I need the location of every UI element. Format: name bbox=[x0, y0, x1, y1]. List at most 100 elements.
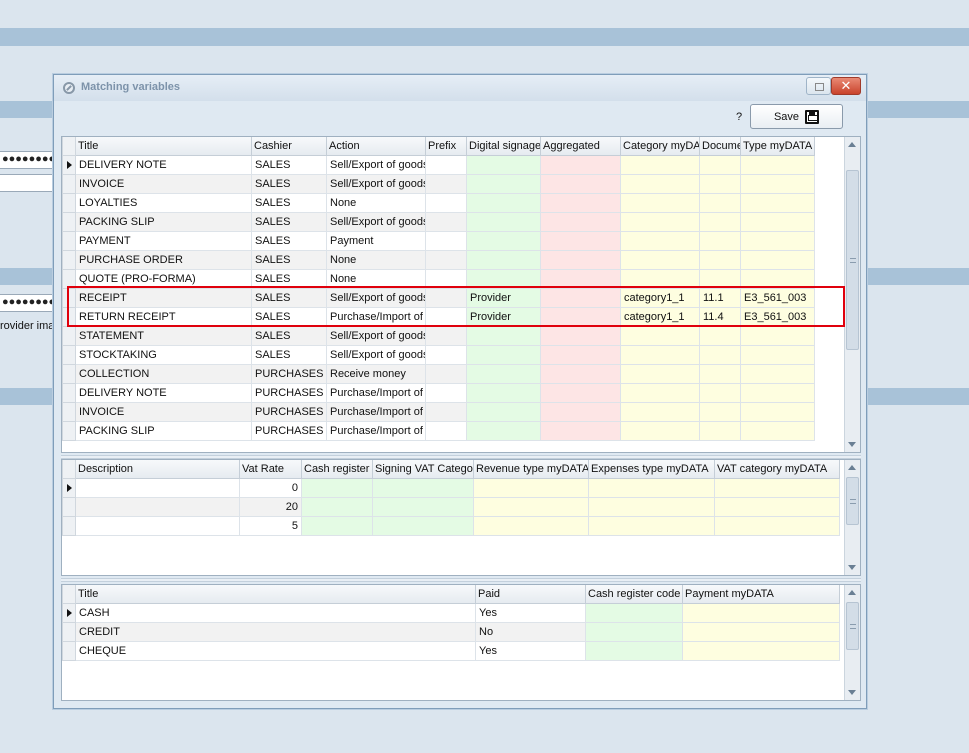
cell-cashier[interactable]: SALES bbox=[251, 230, 327, 251]
cell-expenses-type-mydata[interactable] bbox=[588, 477, 715, 498]
current-row-indicator[interactable] bbox=[62, 477, 76, 498]
column-header-revenue-type-mydata[interactable]: Revenue type myDATA bbox=[473, 460, 589, 479]
table-row[interactable]: STOCKTAKING SALES Sell/Export of goods bbox=[62, 344, 815, 365]
cell-aggregated[interactable] bbox=[540, 420, 621, 441]
cell-type-mydata[interactable] bbox=[740, 325, 815, 346]
cell-digital-signage[interactable] bbox=[466, 268, 541, 289]
cell-document[interactable] bbox=[699, 344, 741, 365]
row-indicator[interactable] bbox=[62, 173, 76, 194]
cell-category-mydata[interactable] bbox=[620, 230, 700, 251]
cell-title[interactable]: INVOICE bbox=[75, 173, 252, 194]
cell-digital-signage[interactable] bbox=[466, 325, 541, 346]
cell-document[interactable] bbox=[699, 382, 741, 403]
cell-category-mydata[interactable] bbox=[620, 382, 700, 403]
cell-vat-rate[interactable]: 5 bbox=[239, 515, 302, 536]
panel-splitter[interactable] bbox=[61, 578, 861, 582]
cell-cashier[interactable]: SALES bbox=[251, 211, 327, 232]
row-indicator[interactable] bbox=[62, 325, 76, 346]
cell-action[interactable]: Sell/Export of goods bbox=[326, 211, 426, 232]
cell-vat-category-mydata[interactable] bbox=[714, 496, 840, 517]
cell-title[interactable]: CHEQUE bbox=[75, 640, 476, 661]
cell-aggregated[interactable] bbox=[540, 211, 621, 232]
table-row[interactable]: PACKING SLIP PURCHASES Purchase/Import of bbox=[62, 420, 815, 441]
cell-document[interactable]: 11.1 bbox=[699, 287, 741, 308]
cell-category-mydata[interactable]: category1_1 bbox=[620, 287, 700, 308]
cell-document[interactable] bbox=[699, 173, 741, 194]
cell-cashier[interactable]: SALES bbox=[251, 287, 327, 308]
cell-type-mydata[interactable] bbox=[740, 268, 815, 289]
cell-cashier[interactable]: SALES bbox=[251, 154, 327, 175]
row-indicator[interactable] bbox=[62, 401, 76, 422]
cell-expenses-type-mydata[interactable] bbox=[588, 496, 715, 517]
cell-document[interactable] bbox=[699, 363, 741, 384]
column-header-cash-register-code[interactable]: Cash register code bbox=[585, 585, 683, 604]
cell-revenue-type-mydata[interactable] bbox=[473, 477, 589, 498]
column-header-title[interactable]: Title bbox=[75, 585, 476, 604]
table-row[interactable]: CASH Yes bbox=[62, 602, 840, 623]
cell-digital-signage[interactable] bbox=[466, 211, 541, 232]
column-header-description[interactable]: Description bbox=[75, 460, 240, 479]
cell-category-mydata[interactable] bbox=[620, 173, 700, 194]
cell-title[interactable]: COLLECTION bbox=[75, 363, 252, 384]
cell-document[interactable] bbox=[699, 268, 741, 289]
row-indicator[interactable] bbox=[62, 249, 76, 270]
cell-description[interactable] bbox=[75, 496, 240, 517]
current-row-indicator[interactable] bbox=[62, 154, 76, 175]
cell-cashier[interactable]: PURCHASES bbox=[251, 420, 327, 441]
table-row[interactable]: PACKING SLIP SALES Sell/Export of goods bbox=[62, 211, 815, 232]
documents-grid-scrollbar[interactable] bbox=[844, 137, 860, 452]
table-row[interactable]: DELIVERY NOTE SALES Sell/Export of goods bbox=[62, 154, 815, 175]
cell-cashier[interactable]: SALES bbox=[251, 268, 327, 289]
cell-revenue-type-mydata[interactable] bbox=[473, 515, 589, 536]
table-row[interactable]: CREDIT No bbox=[62, 621, 840, 642]
cell-digital-signage[interactable] bbox=[466, 154, 541, 175]
cell-title[interactable]: RECEIPT bbox=[75, 287, 252, 308]
cell-prefix[interactable] bbox=[425, 154, 467, 175]
scrollbar-thumb[interactable] bbox=[846, 170, 859, 350]
cell-description[interactable] bbox=[75, 477, 240, 498]
cell-action[interactable]: Purchase/Import of bbox=[326, 306, 426, 327]
row-indicator[interactable] bbox=[62, 420, 76, 441]
cell-payment-mydata[interactable] bbox=[682, 602, 840, 623]
payment-grid-scrollbar[interactable] bbox=[844, 585, 860, 700]
column-header-document[interactable]: Docume bbox=[699, 137, 741, 156]
cell-aggregated[interactable] bbox=[540, 344, 621, 365]
cell-title[interactable]: PACKING SLIP bbox=[75, 420, 252, 441]
cell-payment-mydata[interactable] bbox=[682, 640, 840, 661]
cell-cashier[interactable]: PURCHASES bbox=[251, 401, 327, 422]
cell-aggregated[interactable] bbox=[540, 268, 621, 289]
row-indicator[interactable] bbox=[62, 640, 76, 661]
cell-title[interactable]: CASH bbox=[75, 602, 476, 623]
cell-prefix[interactable] bbox=[425, 401, 467, 422]
column-header-vat-rate[interactable]: Vat Rate bbox=[239, 460, 302, 479]
column-header-cash-register[interactable]: Cash register bbox=[301, 460, 373, 479]
cell-prefix[interactable] bbox=[425, 420, 467, 441]
close-window-button[interactable]: ✕ bbox=[831, 77, 861, 95]
cell-type-mydata[interactable]: E3_561_003 bbox=[740, 306, 815, 327]
cell-prefix[interactable] bbox=[425, 363, 467, 384]
column-header-category-mydata[interactable]: Category myDA bbox=[620, 137, 700, 156]
cell-category-mydata[interactable] bbox=[620, 249, 700, 270]
cell-action[interactable]: Sell/Export of goods bbox=[326, 344, 426, 365]
row-indicator[interactable] bbox=[62, 515, 76, 536]
cell-prefix[interactable] bbox=[425, 287, 467, 308]
cell-action[interactable]: Purchase/Import of bbox=[326, 382, 426, 403]
table-row[interactable]: LOYALTIES SALES None bbox=[62, 192, 815, 213]
column-header-payment-mydata[interactable]: Payment myDATA bbox=[682, 585, 840, 604]
background-password-field[interactable]: ●●●●●●●●●● bbox=[0, 151, 55, 169]
cell-type-mydata[interactable] bbox=[740, 249, 815, 270]
cell-aggregated[interactable] bbox=[540, 173, 621, 194]
cell-aggregated[interactable] bbox=[540, 249, 621, 270]
table-row[interactable]: PAYMENT SALES Payment bbox=[62, 230, 815, 251]
cell-prefix[interactable] bbox=[425, 382, 467, 403]
cell-cash-register-code[interactable] bbox=[585, 602, 683, 623]
cell-action[interactable]: Receive money bbox=[326, 363, 426, 384]
cell-vat-category-mydata[interactable] bbox=[714, 515, 840, 536]
cell-category-mydata[interactable] bbox=[620, 211, 700, 232]
cell-title[interactable]: INVOICE bbox=[75, 401, 252, 422]
help-button[interactable]: ? bbox=[736, 111, 742, 123]
cell-category-mydata[interactable] bbox=[620, 401, 700, 422]
cell-paid[interactable]: Yes bbox=[475, 602, 586, 623]
cell-type-mydata[interactable] bbox=[740, 173, 815, 194]
cell-action[interactable]: None bbox=[326, 268, 426, 289]
